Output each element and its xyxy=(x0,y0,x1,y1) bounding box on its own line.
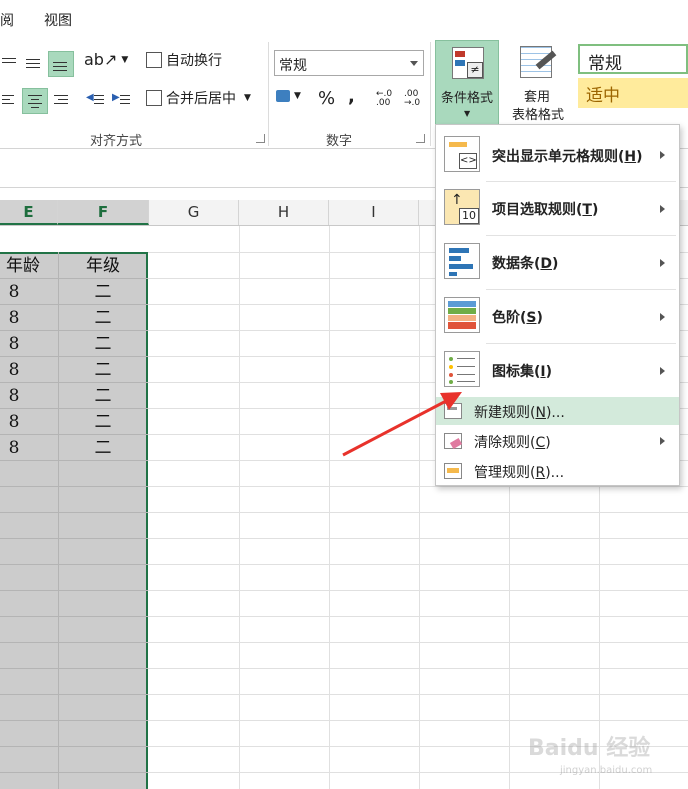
watermark-url: jingyan.baidu.com xyxy=(560,765,653,776)
annotation-arrow-icon xyxy=(342,392,462,457)
watermark-logo: Baidu 经验 xyxy=(528,736,651,761)
